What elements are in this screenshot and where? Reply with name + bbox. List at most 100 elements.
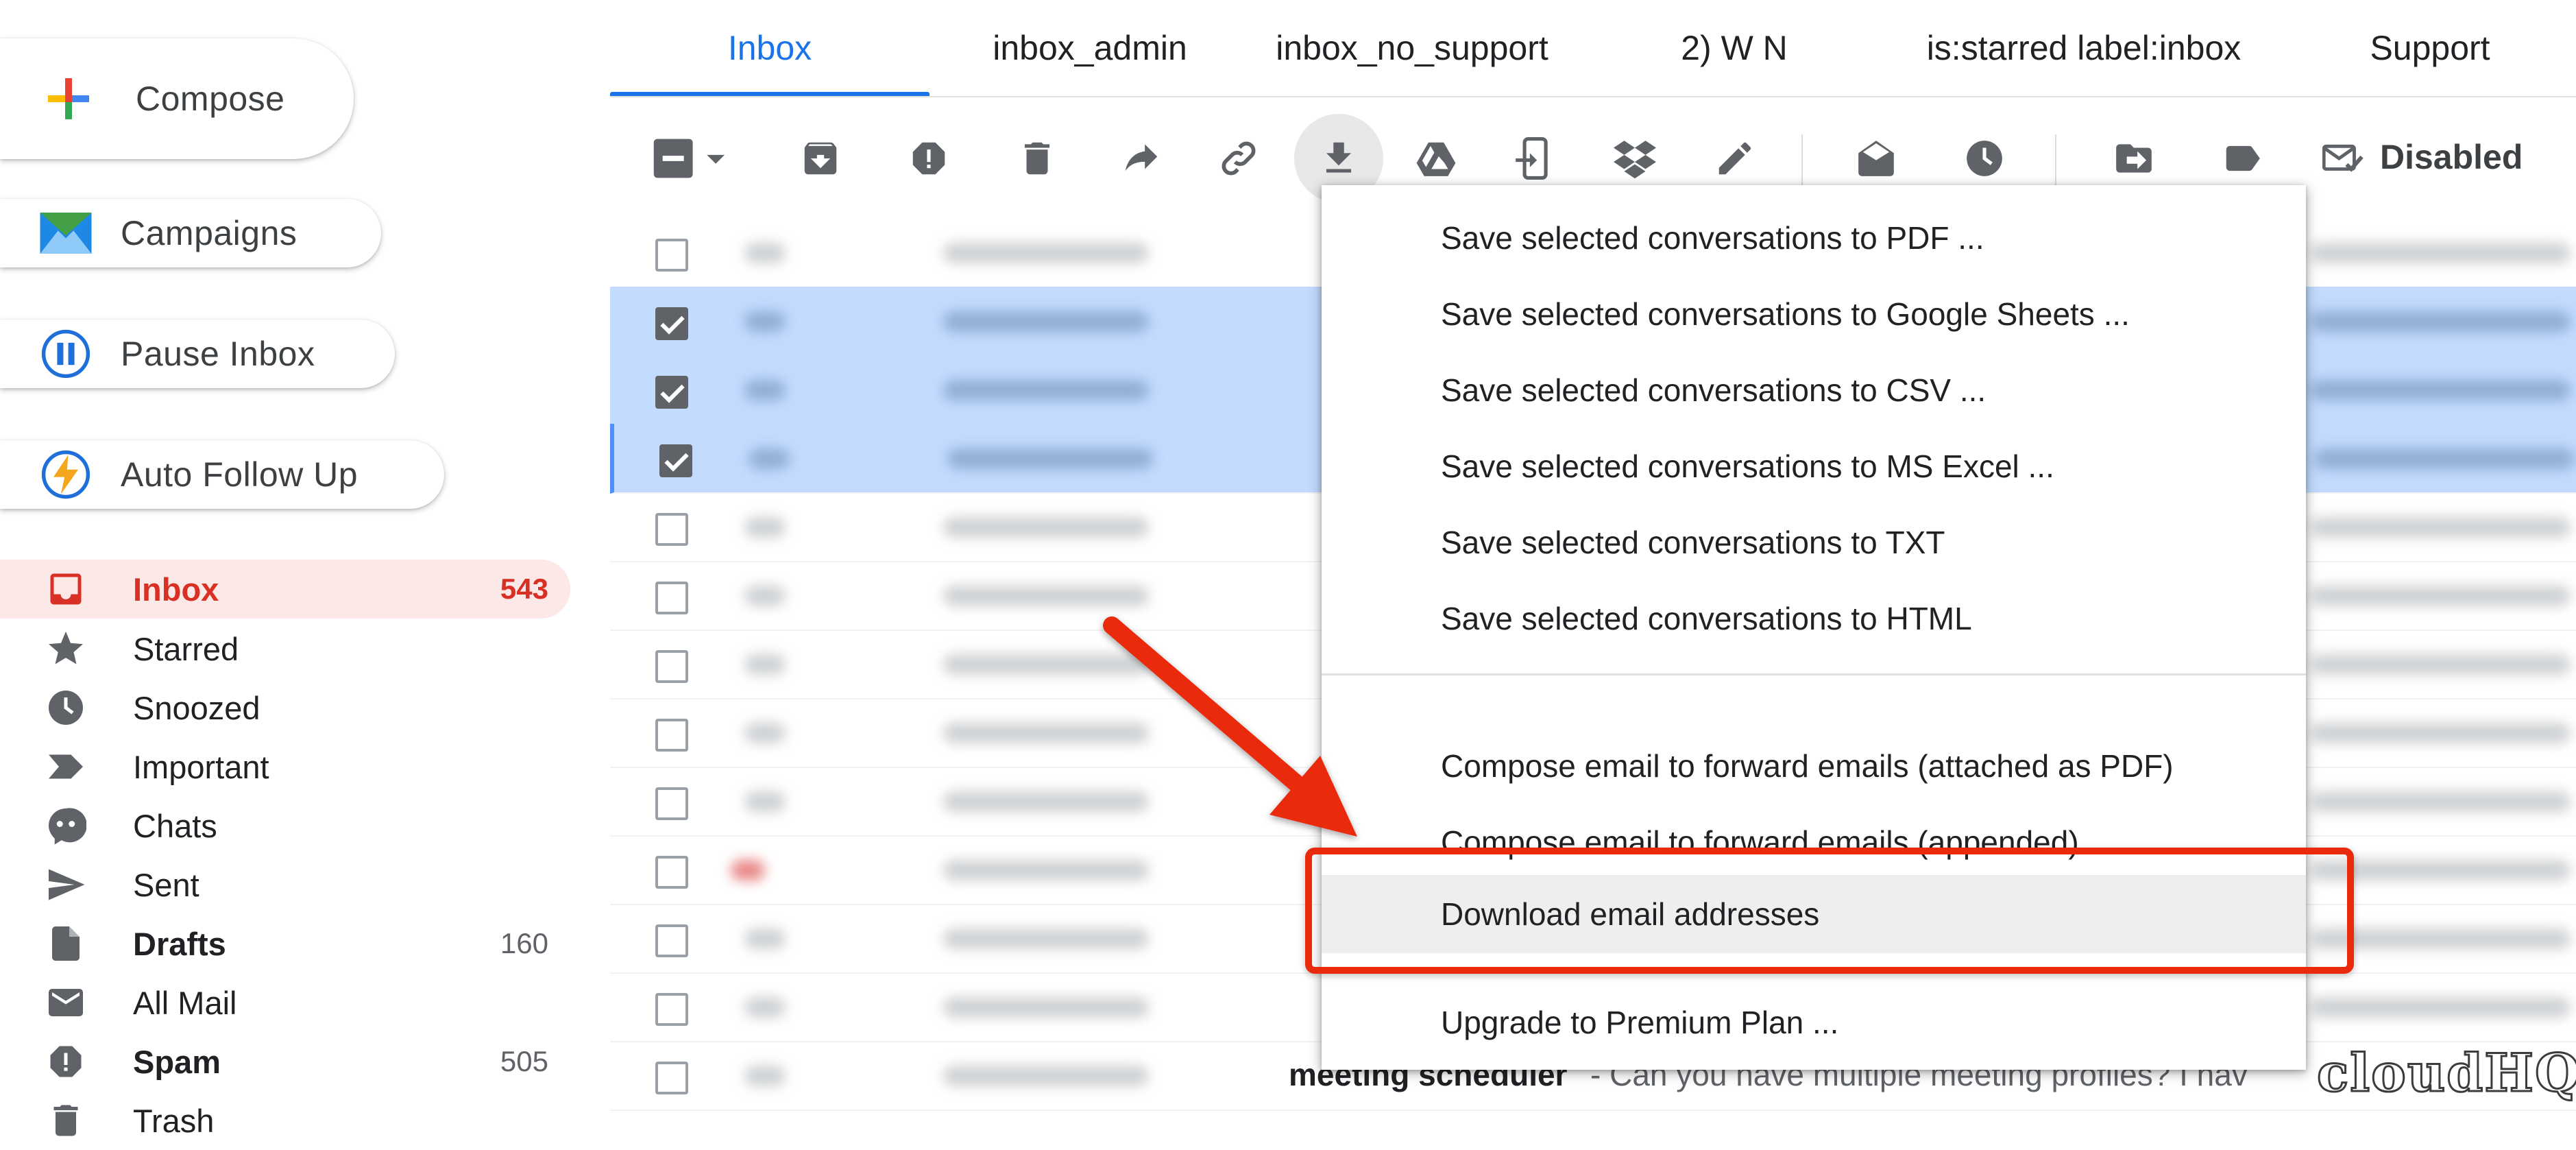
select-all-checkbox[interactable] [643, 128, 739, 189]
open-envelope-icon [1858, 141, 1894, 176]
link-button[interactable] [1208, 128, 1269, 189]
menu-item-upgrade-premium[interactable]: Upgrade to Premium Plan ... [1322, 985, 2306, 1060]
tab-inbox-no-support[interactable]: inbox_no_support [1241, 0, 1583, 96]
sidebar-item-important[interactable]: Important [0, 737, 570, 796]
auto-follow-up-button[interactable]: Auto Follow Up [0, 440, 444, 509]
important-icon [44, 745, 88, 789]
pause-icon [38, 326, 93, 381]
campaigns-button[interactable]: Campaigns [0, 199, 381, 267]
forward-arrow-icon [1125, 144, 1158, 171]
tab-inbox-admin[interactable]: inbox_admin [946, 0, 1234, 96]
row-checkbox[interactable] [655, 856, 688, 889]
sidebar-item-drafts[interactable]: Drafts 160 [0, 914, 570, 973]
menu-item-save-google-sheets[interactable]: Save selected conversations to Google Sh… [1322, 276, 2306, 352]
menu-item-save-csv[interactable]: Save selected conversations to CSV ... [1322, 352, 2306, 428]
inbox-icon [44, 567, 88, 611]
highlight-box [1305, 848, 2354, 974]
row-checkbox[interactable] [655, 924, 688, 957]
row-checkbox[interactable] [655, 1062, 688, 1094]
snooze-button[interactable] [1954, 128, 2015, 189]
sidebar-item-spam[interactable]: Spam 505 [0, 1032, 570, 1091]
sidebar-item-inbox[interactable]: Inbox 543 [0, 560, 570, 619]
move-to-button[interactable] [2103, 128, 2165, 189]
spam-count: 505 [500, 1045, 548, 1077]
google-drive-button[interactable] [1405, 128, 1467, 189]
dropbox-icon [1614, 141, 1656, 179]
unread-count: 543 [500, 573, 548, 605]
row-checkbox[interactable] [655, 787, 688, 820]
row-checkbox[interactable] [655, 513, 688, 546]
sidebar-item-all-mail[interactable]: All Mail [0, 973, 570, 1032]
menu-item-save-txt[interactable]: Save selected conversations to TXT [1322, 505, 2306, 580]
sidebar-item-label: Sent [133, 866, 199, 903]
menu-item-save-pdf[interactable]: Save selected conversations to PDF ... [1322, 200, 2306, 276]
tab-inbox[interactable]: Inbox [610, 0, 929, 96]
row-checkbox[interactable] [655, 582, 688, 614]
red-arrow-icon [1103, 616, 1357, 837]
menu-item-save-html[interactable]: Save selected conversations to HTML [1322, 581, 2306, 656]
pencil-icon [1718, 142, 1751, 175]
lightning-icon [38, 447, 93, 502]
archive-button[interactable] [790, 128, 851, 189]
sidebar-item-starred[interactable]: Starred [0, 619, 570, 678]
sidebar-item-trash[interactable]: Trash [0, 1091, 570, 1150]
row-checkbox[interactable] [655, 719, 688, 752]
toolbar-divider [2055, 134, 2056, 185]
mark-as-read-button[interactable] [1845, 128, 1907, 189]
label-icon [2226, 145, 2260, 171]
report-spam-button[interactable] [898, 128, 960, 189]
link-icon [1222, 141, 1256, 176]
trash-icon [1024, 142, 1050, 175]
checkbox-dropdown-icon [653, 139, 725, 178]
sidebar-item-label: Inbox [133, 571, 219, 608]
forward-button[interactable] [1110, 128, 1172, 189]
clock-icon [1967, 141, 2002, 176]
toolbar-divider [1801, 134, 1803, 185]
send-icon [44, 863, 88, 907]
spam-icon [44, 1040, 88, 1083]
delete-button[interactable] [1006, 128, 1068, 189]
row-checkbox[interactable] [655, 650, 688, 683]
sidebar-item-snoozed[interactable]: Snoozed [0, 678, 570, 737]
compose-plus-icon [34, 64, 103, 133]
row-checkbox[interactable] [655, 993, 688, 1026]
labels-button[interactable] [2211, 128, 2273, 189]
sidebar-item-label: Starred [133, 630, 239, 667]
pause-inbox-button[interactable]: Pause Inbox [0, 320, 395, 388]
chat-icon [44, 804, 88, 848]
star-icon [44, 627, 88, 671]
sidebar-item-label: Important [133, 748, 269, 785]
envelope-check-icon [2322, 144, 2364, 172]
sidebar-item-label: Drafts [133, 925, 226, 962]
compose-button[interactable]: Compose [0, 38, 354, 159]
mail-icon [44, 981, 88, 1025]
sidebar-item-label: Snoozed [133, 689, 260, 726]
dropbox-button[interactable] [1604, 128, 1666, 189]
sidebar-item-sent[interactable]: Sent [0, 855, 570, 914]
tracking-status-button[interactable] [2313, 128, 2374, 189]
phone-icon [1516, 137, 1548, 180]
row-checkbox[interactable] [655, 239, 688, 272]
trash-icon [44, 1099, 88, 1142]
tab-starred-inbox[interactable]: is:starred label:inbox [1878, 0, 2289, 96]
tab-support[interactable]: Support [2317, 0, 2543, 96]
clock-icon [44, 686, 88, 730]
sidebar-item-label: All Mail [133, 984, 237, 1021]
menu-item-forward-pdf[interactable]: Compose email to forward emails (attache… [1322, 728, 2306, 804]
row-checkbox[interactable] [655, 307, 688, 340]
cloudhq-watermark: cloudHQ [2316, 1042, 2576, 1105]
tracking-disabled-label: Disabled [2380, 138, 2523, 176]
send-to-phone-button[interactable] [1503, 128, 1564, 189]
spam-icon [912, 142, 945, 175]
compose-label: Compose [136, 80, 285, 118]
edit-button[interactable] [1704, 128, 1766, 189]
row-checkbox[interactable] [655, 376, 688, 409]
download-icon [1326, 142, 1352, 173]
tab-w-n[interactable]: 2) W N [1618, 0, 1851, 96]
sidebar-item-chats[interactable]: Chats [0, 796, 570, 855]
archive-icon [804, 142, 837, 175]
tabbar-divider [610, 96, 2576, 97]
menu-item-save-excel[interactable]: Save selected conversations to MS Excel … [1322, 429, 2306, 504]
row-checkbox[interactable] [659, 444, 692, 477]
menu-divider [1322, 673, 2306, 675]
